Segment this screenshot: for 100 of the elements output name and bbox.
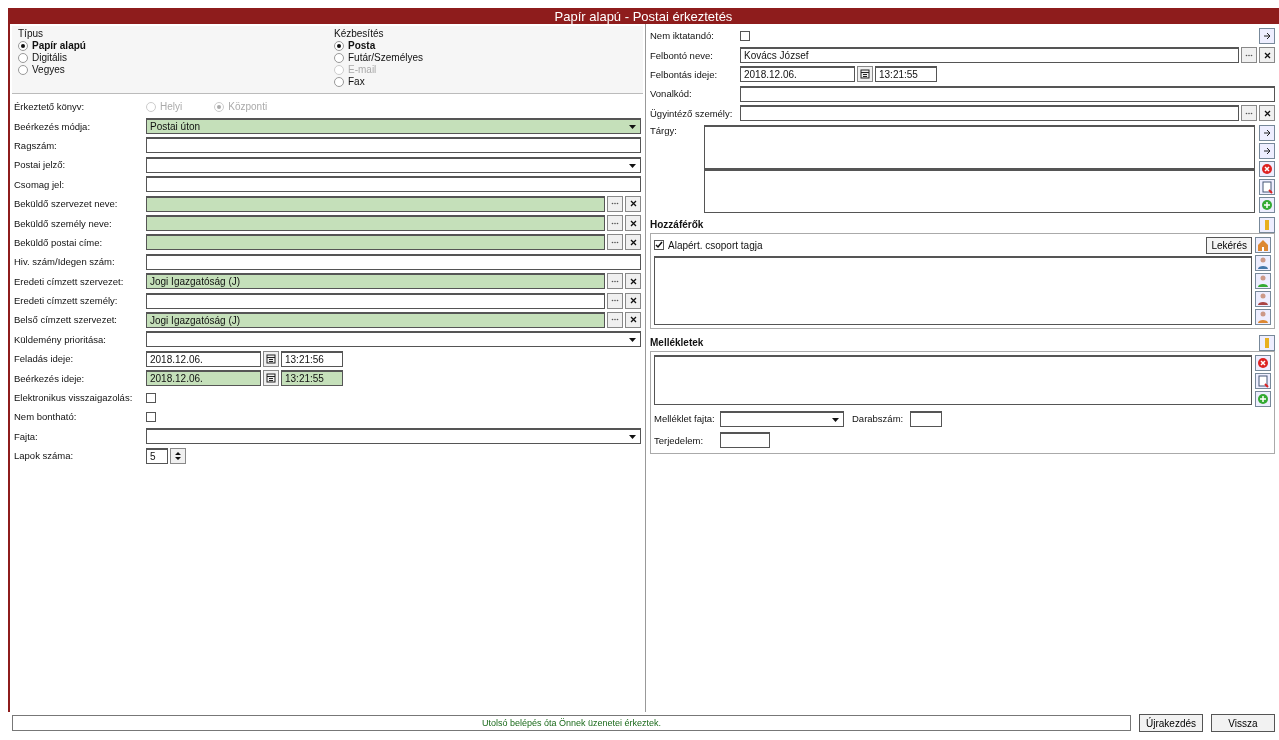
- ellipsis-icon: [611, 202, 619, 206]
- dropdown-field[interactable]: [146, 428, 641, 445]
- radio-label: Futár/Személyes: [348, 52, 424, 64]
- radio-label: Központi: [228, 101, 268, 113]
- date-field[interactable]: 2018.12.06.: [146, 350, 261, 367]
- time-field[interactable]: 13:21:55: [875, 66, 937, 83]
- field-label: Fajta:: [14, 430, 39, 442]
- time-field[interactable]: 13:21:55: [281, 370, 343, 387]
- ellipsis-icon: [611, 240, 619, 244]
- close-icon: [629, 277, 637, 285]
- dropdown-field[interactable]: [720, 410, 844, 427]
- add-icon[interactable]: [1259, 196, 1275, 213]
- field-label: Feladás ideje:: [14, 353, 75, 365]
- delete-icon[interactable]: [1259, 160, 1275, 177]
- radio-button[interactable]: [334, 41, 344, 51]
- lookup-field[interactable]: [146, 234, 605, 251]
- delete-icon[interactable]: [1255, 354, 1271, 371]
- document-icon[interactable]: [1259, 178, 1275, 195]
- close-icon: [629, 238, 637, 246]
- text-field[interactable]: [720, 432, 770, 449]
- person-icon[interactable]: [1255, 254, 1271, 271]
- lookup-field[interactable]: Kovács József: [740, 47, 1239, 64]
- lookup-field[interactable]: [740, 105, 1239, 122]
- query-button[interactable]: Lekérés: [1206, 236, 1252, 254]
- add-icon[interactable]: [1255, 390, 1271, 407]
- dropdown-field[interactable]: [146, 156, 641, 173]
- field-label: Eredeti címzett személy:: [14, 295, 119, 307]
- lookup-field[interactable]: [146, 195, 605, 212]
- field-value: Jogi Igazgatóság (J): [150, 315, 241, 326]
- field-label: Lapok száma:: [14, 450, 75, 462]
- dropdown-icon[interactable]: [628, 122, 637, 132]
- date-field[interactable]: 2018.12.06.: [740, 66, 855, 83]
- text-field[interactable]: [146, 176, 641, 193]
- status-message: Utolsó belépés óta Önnek üzenetei érkeztek.: [12, 715, 1131, 731]
- field-value: 2018.12.06.: [150, 373, 203, 385]
- field-label: Küldemény prioritása:: [14, 333, 107, 345]
- dropdown-field[interactable]: [146, 331, 641, 348]
- calendar-button[interactable]: [857, 66, 873, 83]
- dropdown-icon[interactable]: [628, 335, 637, 345]
- person-icon[interactable]: [1255, 308, 1271, 325]
- group-title: Kézbesítés: [334, 28, 385, 40]
- text-field[interactable]: [146, 253, 641, 270]
- time-field[interactable]: 13:21:56: [281, 350, 343, 367]
- attachment-list[interactable]: [654, 354, 1252, 405]
- checkbox[interactable]: [146, 411, 156, 422]
- house-icon[interactable]: [1255, 236, 1271, 253]
- access-list[interactable]: [654, 255, 1252, 325]
- person-icon[interactable]: [1255, 272, 1271, 289]
- lookup-field[interactable]: Jogi Igazgatóság (J): [146, 273, 605, 290]
- footer-button[interactable]: Újrakezdés: [1139, 714, 1203, 732]
- person-icon[interactable]: [1255, 290, 1271, 307]
- checkbox[interactable]: [146, 392, 156, 403]
- field-label: Elektronikus visszaigazolás:: [14, 392, 134, 404]
- calendar-button[interactable]: [263, 350, 279, 367]
- field-label: Belső címzett szervezet:: [14, 314, 118, 326]
- clear-button[interactable]: [625, 312, 641, 328]
- clear-button[interactable]: [625, 215, 641, 232]
- checkbox[interactable]: [740, 30, 750, 41]
- ellipsis-icon: [1245, 53, 1253, 57]
- checkbox[interactable]: [654, 240, 664, 251]
- spinner-button[interactable]: [170, 447, 186, 464]
- footer-button[interactable]: Vissza: [1211, 714, 1275, 732]
- radio-button[interactable]: [334, 77, 344, 87]
- text-field[interactable]: [740, 85, 1275, 102]
- subject-field[interactable]: [704, 124, 1255, 169]
- close-icon: [629, 316, 637, 324]
- lookup-field[interactable]: [146, 215, 605, 232]
- lookup-field[interactable]: [146, 292, 605, 309]
- document-icon[interactable]: [1255, 372, 1271, 389]
- dropdown-icon[interactable]: [628, 432, 637, 442]
- field-label: Terjedelem:: [654, 434, 705, 446]
- close-icon: [629, 297, 637, 305]
- field-value: 13:21:55: [285, 373, 324, 385]
- field-label: Beküldő személy neve:: [14, 217, 113, 229]
- clear-button[interactable]: [1259, 105, 1275, 122]
- date-field[interactable]: 2018.12.06.: [146, 370, 261, 387]
- dropdown-field[interactable]: Postai úton: [146, 118, 641, 135]
- radio-button[interactable]: [18, 65, 28, 75]
- radio-button[interactable]: [18, 41, 28, 51]
- subject-text-area[interactable]: [704, 168, 1255, 213]
- clear-button[interactable]: [1259, 47, 1275, 64]
- clear-button[interactable]: [625, 273, 641, 290]
- lookup-field[interactable]: Jogi Igazgatóság (J): [146, 312, 605, 328]
- field-value: Kovács József: [744, 50, 809, 62]
- clear-button[interactable]: [625, 234, 641, 251]
- radio-label: Helyi: [160, 101, 183, 113]
- field-label: Beérkezés ideje:: [14, 372, 86, 384]
- clear-button[interactable]: [625, 292, 641, 309]
- clear-button[interactable]: [625, 195, 641, 212]
- group-title: Típus: [18, 28, 44, 40]
- text-field[interactable]: [146, 137, 641, 154]
- ellipsis-icon: [611, 299, 619, 303]
- field-label: Nem iktatandó:: [650, 30, 715, 42]
- radio-button[interactable]: [18, 53, 28, 63]
- radio-button[interactable]: [334, 53, 344, 63]
- number-field[interactable]: 5: [146, 447, 168, 464]
- radio-label: Papír alapú: [32, 40, 86, 52]
- field-label: Eredeti címzett szervezet:: [14, 275, 125, 287]
- text-field[interactable]: [910, 410, 942, 427]
- calendar-button[interactable]: [263, 370, 279, 387]
